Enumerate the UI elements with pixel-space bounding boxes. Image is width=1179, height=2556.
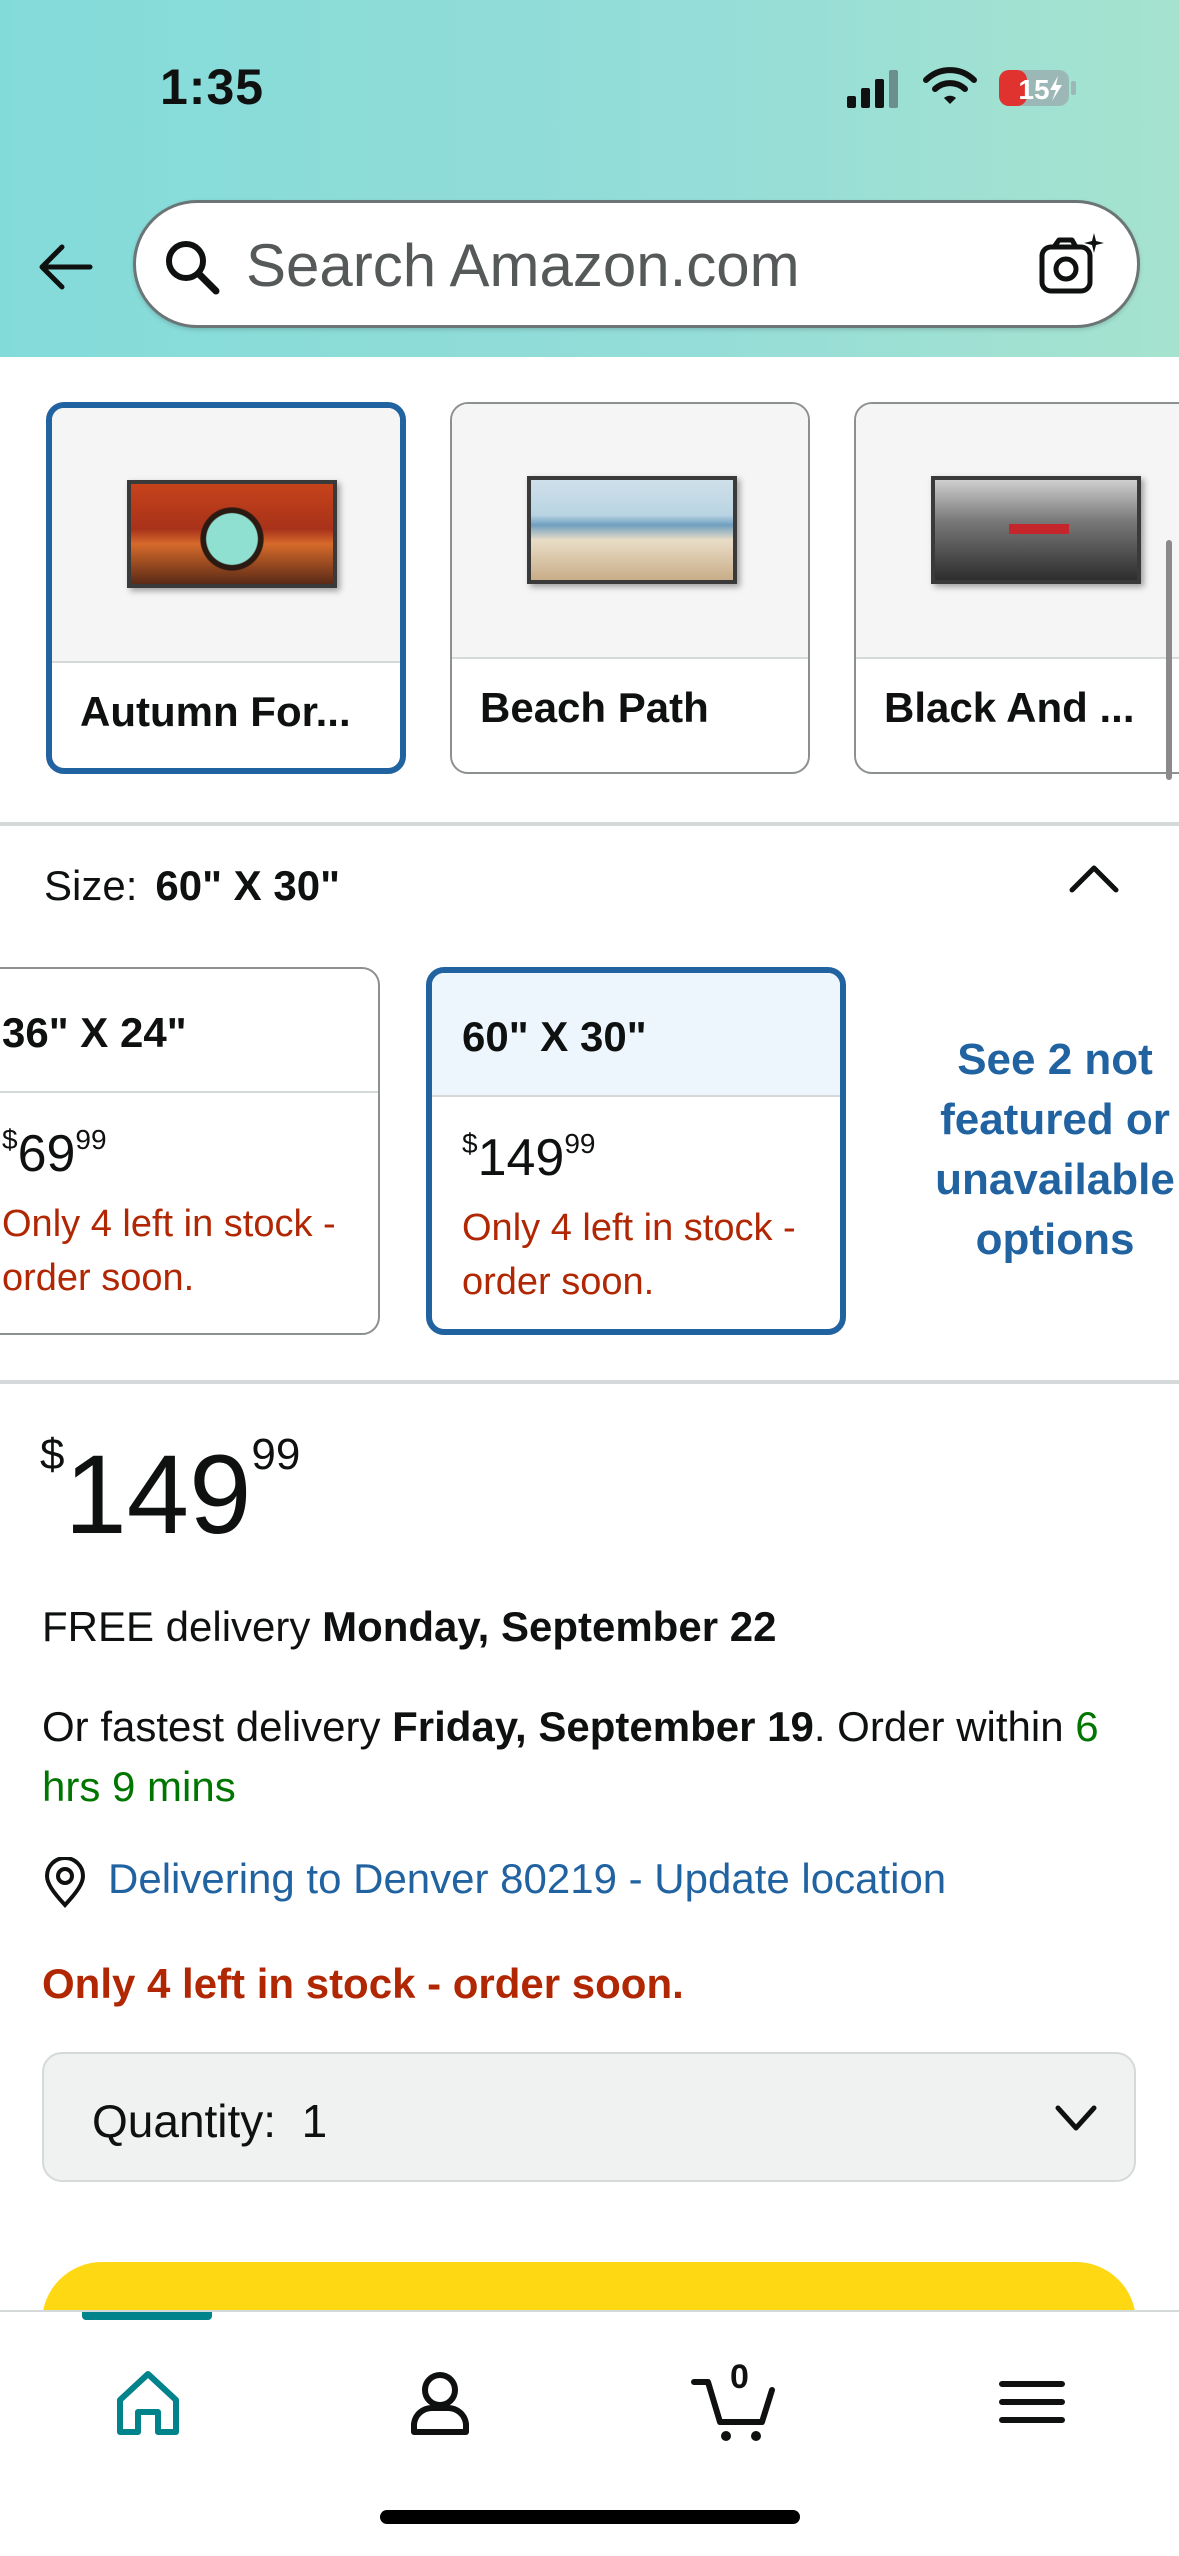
size-option-36x24[interactable]: 36" X 24" $6999 Only 4 left in stock - o… (0, 967, 380, 1335)
chevron-down-icon (1055, 2105, 1097, 2131)
camera-search-icon[interactable] (1036, 231, 1106, 301)
chevron-up-icon[interactable] (1066, 858, 1122, 898)
size-stock-notice: Only 4 left in stock - order soon. (462, 1207, 796, 1303)
swatch-label: Beach Path (480, 684, 709, 731)
cellular-signal-icon (847, 70, 898, 108)
style-option-autumn[interactable]: Autumn For... (46, 402, 406, 774)
see-more-options-link[interactable]: See 2 not featured or unavailable option… (920, 1030, 1179, 1270)
search-icon (166, 241, 220, 295)
search-bar[interactable] (133, 200, 1140, 328)
battery-level: 15 (1018, 74, 1049, 105)
swatch-image-area (452, 404, 808, 659)
size-stock-notice: Only 4 left in stock - order soon. (2, 1203, 336, 1299)
swatch-image-area (52, 408, 400, 663)
active-tab-indicator (82, 2312, 212, 2320)
divider (0, 822, 1179, 826)
wifi-icon (923, 67, 977, 104)
cart-count: 0 (730, 2358, 749, 2396)
autumn-forest-painting-thumbnail (127, 480, 337, 588)
size-price: $14999 (462, 1128, 596, 1187)
size-option-header: 60" X 30" (432, 973, 840, 1097)
divider (0, 1380, 1179, 1384)
swatch-label: Black And ... (884, 684, 1135, 731)
delivery-location-text: Delivering to Denver 80219 - Update loca… (108, 1855, 947, 1902)
style-option-black-and-white[interactable]: Black And ... (854, 402, 1179, 774)
fastest-delivery-info: Or fastest delivery Friday, September 19… (42, 1703, 1099, 1810)
free-delivery-info: FREE delivery Monday, September 22 (42, 1603, 777, 1650)
status-time: 1:35 (160, 59, 265, 115)
beach-path-painting-thumbnail (527, 476, 737, 584)
quantity-dropdown[interactable]: Quantity: 1 (42, 2052, 1136, 2182)
black-and-white-painting-thumbnail (931, 476, 1141, 584)
menu-icon[interactable] (982, 2352, 1082, 2452)
location-pin-icon (44, 1857, 86, 1908)
size-price: $6999 (2, 1124, 107, 1183)
back-arrow-icon[interactable] (34, 235, 98, 299)
size-option-60x30[interactable]: 60" X 30" $14999 Only 4 left in stock - … (426, 967, 846, 1335)
size-value: 60" X 30" (155, 862, 340, 909)
battery-icon: 15 (998, 68, 1078, 108)
header: 1:35 15 (0, 0, 1179, 357)
home-indicator (380, 2510, 800, 2524)
size-dimension: 36" X 24" (2, 1009, 187, 1056)
size-option-header: 36" X 24" (0, 969, 378, 1093)
cart-icon[interactable]: 0 (690, 2352, 790, 2452)
size-selector-header: Size: 60" X 30" (44, 862, 340, 910)
size-label: Size: (44, 862, 138, 909)
account-icon[interactable] (390, 2352, 490, 2452)
scrollbar[interactable] (1166, 540, 1172, 780)
product-price: $14999 (40, 1430, 301, 1557)
swatch-image-area (856, 404, 1179, 659)
quantity-label: Quantity: 1 (92, 2095, 328, 2147)
stock-notice: Only 4 left in stock - order soon. (42, 1960, 684, 2007)
size-dimension: 60" X 30" (462, 1013, 647, 1060)
quantity-value: 1 (301, 2095, 328, 2147)
swatch-label: Autumn For... (80, 688, 351, 735)
style-option-beach-path[interactable]: Beach Path (450, 402, 810, 774)
search-input[interactable] (246, 225, 1046, 305)
home-icon[interactable] (98, 2352, 198, 2452)
